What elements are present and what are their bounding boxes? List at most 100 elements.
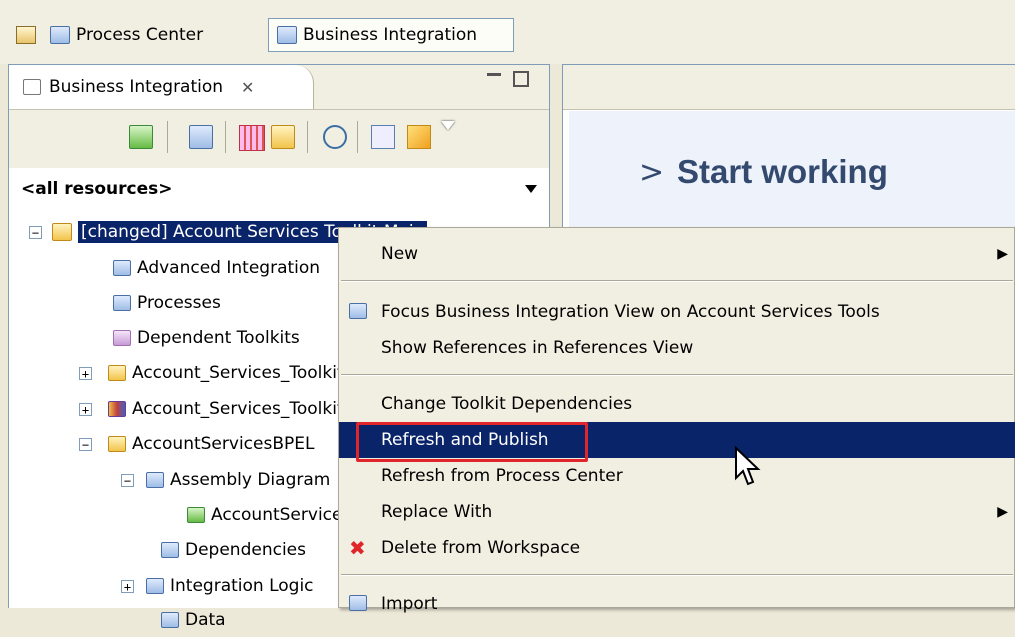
import-icon bbox=[349, 595, 367, 611]
tree-label: Dependencies bbox=[185, 540, 306, 560]
collapse-icon[interactable]: − bbox=[29, 225, 42, 239]
maximize-icon[interactable] bbox=[513, 71, 529, 87]
tree-item[interactable]: − Assembly Diagram bbox=[121, 463, 330, 497]
menu-item-label: Show References in References View bbox=[381, 338, 694, 358]
view-tab-bar: Business Integration ✕ bbox=[9, 65, 549, 110]
start-working-link[interactable]: Start working bbox=[677, 153, 888, 191]
menu-item-delete-from-workspace[interactable]: ✖ Delete from Workspace bbox=[339, 530, 1015, 566]
menu-item-new[interactable]: New ▶ bbox=[339, 236, 1015, 272]
menu-separator bbox=[341, 574, 1013, 576]
dependencies-icon bbox=[161, 542, 179, 558]
tree-item[interactable]: Data bbox=[161, 603, 226, 637]
menu-separator bbox=[341, 374, 1013, 376]
toolkit-icon[interactable] bbox=[189, 125, 213, 149]
tab-title: Business Integration bbox=[49, 77, 224, 97]
expand-icon[interactable]: + bbox=[79, 402, 92, 416]
tree-item[interactable]: AccountServices bbox=[187, 498, 351, 532]
menu-item-label: Change Toolkit Dependencies bbox=[381, 394, 633, 414]
link-editor-icon[interactable] bbox=[129, 125, 153, 149]
process-center-icon bbox=[50, 26, 70, 44]
library-icon bbox=[108, 401, 126, 417]
view-menu-icon[interactable] bbox=[441, 121, 455, 130]
tree-label: Dependent Toolkits bbox=[137, 328, 300, 348]
mouse-cursor-icon bbox=[735, 446, 761, 486]
collapse-all-icon[interactable] bbox=[371, 125, 395, 149]
open-folder-icon[interactable] bbox=[271, 125, 295, 149]
expand-icon[interactable]: + bbox=[121, 579, 134, 593]
tree-item[interactable]: Dependencies bbox=[161, 533, 306, 567]
resource-filter[interactable]: <all resources> bbox=[9, 169, 549, 209]
collapse-icon[interactable]: − bbox=[79, 437, 92, 451]
perspective-label: Business Integration bbox=[303, 25, 478, 45]
menu-separator bbox=[341, 280, 1013, 282]
minimize-icon[interactable] bbox=[487, 73, 501, 76]
tree-label: Account_Services_Toolkit bbox=[132, 363, 344, 383]
business-integration-icon bbox=[277, 26, 297, 44]
callout-highlight bbox=[356, 422, 588, 462]
perspective-process-center[interactable]: Process Center bbox=[42, 18, 254, 52]
toolbar-separator bbox=[307, 121, 308, 153]
dependent-toolkits-icon bbox=[113, 330, 131, 346]
tree-item[interactable]: − AccountServicesBPEL bbox=[79, 427, 314, 461]
menu-item-change-toolkit-dependencies[interactable]: Change Toolkit Dependencies bbox=[339, 386, 1015, 422]
tree-label: AccountServices bbox=[211, 505, 352, 525]
toolkit-folder-icon bbox=[108, 365, 126, 381]
tree-label: Integration Logic bbox=[170, 576, 314, 596]
tree-label: Processes bbox=[137, 293, 221, 313]
chevron-down-icon[interactable] bbox=[525, 185, 537, 193]
menu-item-label: Refresh from Process Center bbox=[381, 466, 623, 486]
submenu-arrow-icon: ▶ bbox=[997, 246, 1008, 262]
menu-item-label: Replace With bbox=[381, 502, 493, 522]
menu-item-show-references[interactable]: Show References in References View bbox=[339, 330, 1015, 366]
tree-item[interactable]: Advanced Integration bbox=[113, 251, 320, 285]
tree-item[interactable]: Processes bbox=[113, 286, 221, 320]
tree-label: Assembly Diagram bbox=[170, 470, 331, 490]
tree-item[interactable]: + Integration Logic bbox=[121, 569, 314, 603]
module-folder-icon bbox=[108, 436, 126, 452]
advanced-integration-icon bbox=[113, 260, 131, 276]
toolbar-separator bbox=[357, 121, 358, 153]
menu-item-label: New bbox=[381, 244, 419, 264]
focus-icon bbox=[349, 303, 367, 319]
assembly-diagram-icon bbox=[146, 472, 164, 488]
assembly-component-icon bbox=[187, 507, 205, 523]
toolbar-separator bbox=[167, 121, 168, 153]
processes-icon bbox=[113, 295, 131, 311]
tree-item[interactable]: + Account_Services_Toolkit bbox=[79, 356, 344, 390]
tree-label: Advanced Integration bbox=[137, 258, 321, 278]
menu-item-focus-view[interactable]: Focus Business Integration View on Accou… bbox=[339, 294, 1015, 330]
context-menu: New ▶ Focus Business Integration View on… bbox=[338, 227, 1015, 614]
tree-label: Account_Services_Toolkit bbox=[132, 399, 344, 419]
view-icon bbox=[23, 79, 41, 95]
menu-item-label: Import bbox=[381, 594, 438, 614]
perspective-business-integration[interactable]: Business Integration bbox=[268, 18, 514, 52]
link-with-editor-icon[interactable] bbox=[407, 125, 431, 149]
menu-item-label: Delete from Workspace bbox=[381, 538, 581, 558]
tab-business-integration[interactable]: Business Integration ✕ bbox=[9, 65, 314, 109]
expand-icon[interactable]: + bbox=[79, 366, 92, 380]
collapse-icon[interactable]: − bbox=[121, 473, 134, 487]
editor-tab-bar bbox=[563, 65, 1015, 110]
submenu-arrow-icon: ▶ bbox=[997, 504, 1008, 520]
tree-item[interactable]: Dependent Toolkits bbox=[113, 321, 300, 355]
menu-item-import[interactable]: Import bbox=[339, 586, 1015, 622]
toolkit-project-icon bbox=[52, 223, 72, 241]
toolbar-separator bbox=[225, 121, 226, 153]
menu-item-refresh-from-process-center[interactable]: Refresh from Process Center bbox=[339, 458, 1015, 494]
menu-item-label: Focus Business Integration View on Accou… bbox=[381, 302, 880, 322]
open-perspective-icon[interactable] bbox=[16, 26, 36, 44]
tree-item[interactable]: + Account_Services_Toolkit bbox=[79, 392, 344, 426]
data-icon bbox=[161, 612, 179, 628]
tree-label: AccountServicesBPEL bbox=[132, 434, 315, 454]
menu-item-replace-with[interactable]: Replace With ▶ bbox=[339, 494, 1015, 530]
perspective-bar: Process Center Business Integration bbox=[0, 0, 1015, 64]
grid-icon[interactable] bbox=[239, 125, 265, 151]
tree-label: Data bbox=[185, 610, 226, 630]
perspective-label: Process Center bbox=[76, 25, 204, 45]
filter-value: <all resources> bbox=[21, 179, 173, 199]
start-working-chevron: > bbox=[639, 155, 665, 190]
integration-logic-icon bbox=[146, 578, 164, 594]
delete-icon: ✖ bbox=[349, 536, 366, 560]
sync-icon[interactable] bbox=[323, 125, 347, 149]
close-icon[interactable]: ✕ bbox=[241, 78, 254, 97]
